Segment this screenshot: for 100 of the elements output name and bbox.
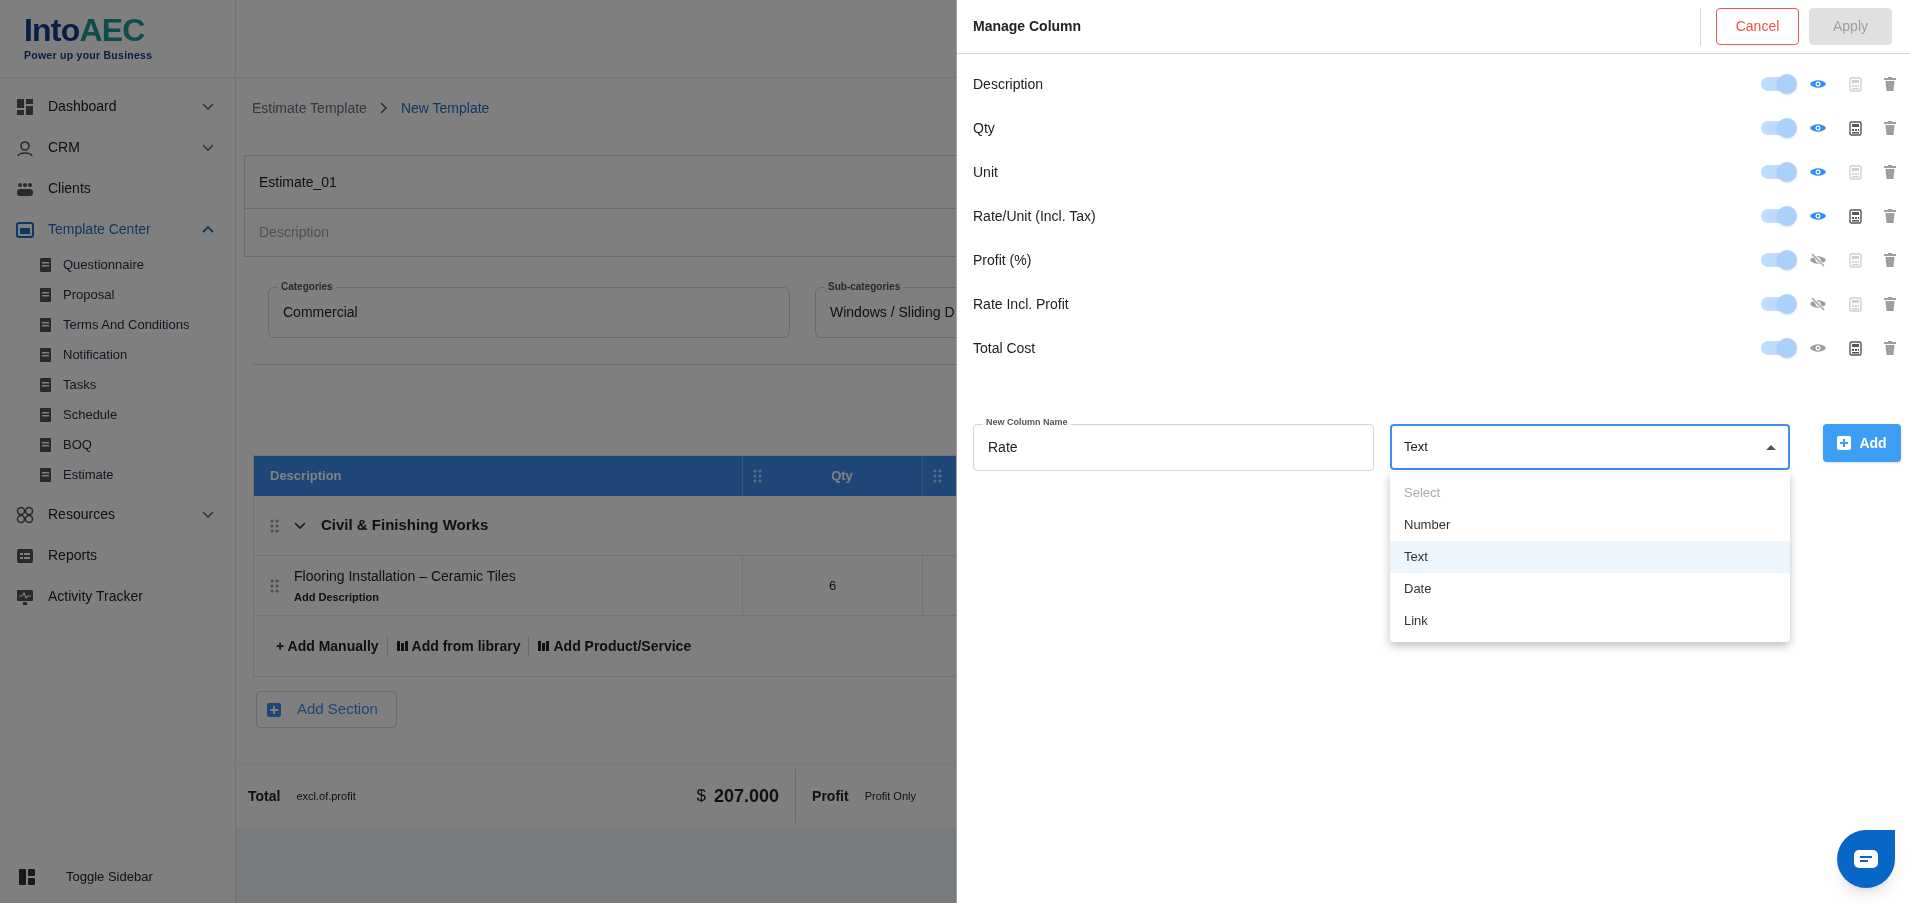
add-description-link[interactable]: Add Description [294, 588, 516, 606]
trash-icon[interactable] [1884, 165, 1896, 179]
panel-title: Manage Column [973, 17, 1083, 36]
profit-label: Profit [812, 786, 849, 806]
toggle-switch[interactable] [1761, 209, 1795, 223]
template-icon [16, 220, 34, 239]
trash-icon[interactable] [1884, 253, 1896, 267]
eye-slash-icon[interactable] [1809, 297, 1827, 311]
eye-icon[interactable] [1809, 341, 1827, 355]
sidebar-subitem[interactable]: Notification [0, 340, 235, 370]
sidebar-subitem[interactable]: Proposal [0, 280, 235, 310]
add-item-button[interactable]: Add Product/Service [537, 635, 692, 657]
sidebar-subitem-label: Estimate [63, 466, 114, 485]
logo-text: Into [24, 13, 80, 46]
add-item-button[interactable]: + Add Manually [276, 635, 379, 657]
toggle-switch[interactable] [1761, 297, 1795, 311]
select-value: Text [1404, 438, 1429, 457]
drag-handle-icon [753, 469, 762, 483]
sidebar-subitem[interactable]: BOQ [0, 430, 235, 460]
column-name: Rate Incl. Profit [973, 294, 1070, 314]
toggle-switch[interactable] [1761, 253, 1795, 267]
template-name-value: Estimate_01 [259, 172, 337, 192]
dropdown-option: Select [1390, 477, 1790, 509]
sidebar-subitem[interactable]: Terms And Conditions [0, 310, 235, 340]
dropdown-option[interactable]: Number [1390, 509, 1790, 541]
total-note: excl.of.profit [296, 788, 356, 804]
sidebar-subitem-label: Tasks [63, 376, 97, 395]
document-icon [38, 377, 53, 393]
trash-icon[interactable] [1884, 209, 1896, 223]
monitor-icon [16, 587, 34, 606]
document-icon [38, 317, 53, 333]
sidebar-item-label: Clients [48, 179, 92, 198]
document-icon [38, 437, 53, 453]
drag-handle-icon [270, 578, 279, 593]
sidebar-subitem-label: Terms And Conditions [63, 316, 190, 335]
profit-note: Profit Only [864, 788, 916, 804]
sidebar-item-label: Activity Tracker [48, 587, 144, 606]
trash-icon[interactable] [1884, 297, 1896, 311]
trash-icon[interactable] [1884, 77, 1896, 91]
field-label: Sub-categories [825, 279, 904, 294]
sidebar-item-label: Reports [48, 546, 99, 565]
dropdown-option[interactable]: Text [1390, 541, 1790, 573]
sidebar-item[interactable]: Dashboard [0, 86, 235, 127]
sidebar-subitem[interactable]: Estimate [0, 460, 235, 490]
eye-icon[interactable] [1809, 77, 1827, 91]
sidebar-item-label: Resources [48, 505, 116, 524]
sidebar-subitem[interactable]: Schedule [0, 400, 235, 430]
field-value: Commercial [283, 303, 358, 322]
chevron-right-icon [378, 101, 389, 115]
sidebar-subitem-label: Notification [63, 346, 128, 365]
sidebar-subitem-label: BOQ [63, 436, 92, 455]
sidebar-item[interactable]: CRM [0, 127, 235, 168]
sidebar-subitem-label: Schedule [63, 406, 118, 425]
calculator-icon[interactable] [1849, 340, 1862, 356]
add-column-button[interactable]: Add [1823, 424, 1901, 462]
toggle-switch[interactable] [1761, 121, 1795, 135]
trash-icon[interactable] [1884, 121, 1896, 135]
toggle-switch[interactable] [1761, 77, 1795, 91]
add-section-button[interactable]: Add Section [256, 691, 397, 728]
sidebar-item[interactable]: Activity Tracker [0, 576, 235, 617]
sidebar-subitem[interactable]: Tasks [0, 370, 235, 400]
caret-up-icon [1766, 444, 1776, 450]
sidebar-item-label: CRM [48, 138, 81, 157]
field-value: Rate [988, 438, 1018, 457]
column-name: Profit (%) [973, 250, 1033, 270]
library-icon [537, 640, 551, 652]
breadcrumb-link[interactable]: New Template [400, 97, 490, 119]
sidebar-item[interactable]: Resources [0, 494, 235, 535]
eye-icon[interactable] [1809, 209, 1827, 223]
eye-slash-icon[interactable] [1809, 253, 1827, 267]
sidebar-item[interactable]: Clients [0, 168, 235, 209]
sidebar-subitem[interactable]: Questionnaire [0, 250, 235, 280]
toggle-sidebar-button[interactable]: Toggle Sidebar [0, 855, 235, 899]
dropdown-option[interactable]: Date [1390, 573, 1790, 605]
sidebar-icon [18, 868, 36, 886]
cancel-button[interactable]: Cancel [1716, 8, 1799, 45]
add-item-button[interactable]: Add from library [395, 635, 521, 657]
dropdown-option[interactable]: Link [1390, 605, 1790, 637]
sidebar-item-label: Dashboard [48, 97, 118, 116]
eye-icon[interactable] [1809, 165, 1827, 179]
drag-handle-icon [270, 518, 279, 533]
currency-symbol: $ [696, 785, 706, 808]
table-cell: 6 [743, 556, 923, 615]
item-description: Flooring Installation – Ceramic Tiles [294, 566, 516, 586]
drag-handle-icon [933, 469, 942, 483]
trash-icon[interactable] [1884, 341, 1896, 355]
library-icon [395, 640, 409, 652]
toggle-sidebar-label: Toggle Sidebar [66, 868, 153, 887]
toggle-switch[interactable] [1761, 341, 1795, 355]
calculator-icon[interactable] [1849, 120, 1862, 136]
breadcrumb-link[interactable]: Estimate Template [252, 97, 367, 119]
column-name: Qty [973, 118, 996, 138]
sidebar-item[interactable]: Reports [0, 535, 235, 576]
sidebar-item[interactable]: Template Center [0, 209, 235, 250]
toggle-switch[interactable] [1761, 165, 1795, 179]
calculator-icon[interactable] [1849, 208, 1862, 224]
total-label: Total [248, 786, 281, 806]
column-header-label: Description [270, 467, 342, 486]
network-icon [16, 505, 34, 524]
eye-icon[interactable] [1809, 121, 1827, 135]
